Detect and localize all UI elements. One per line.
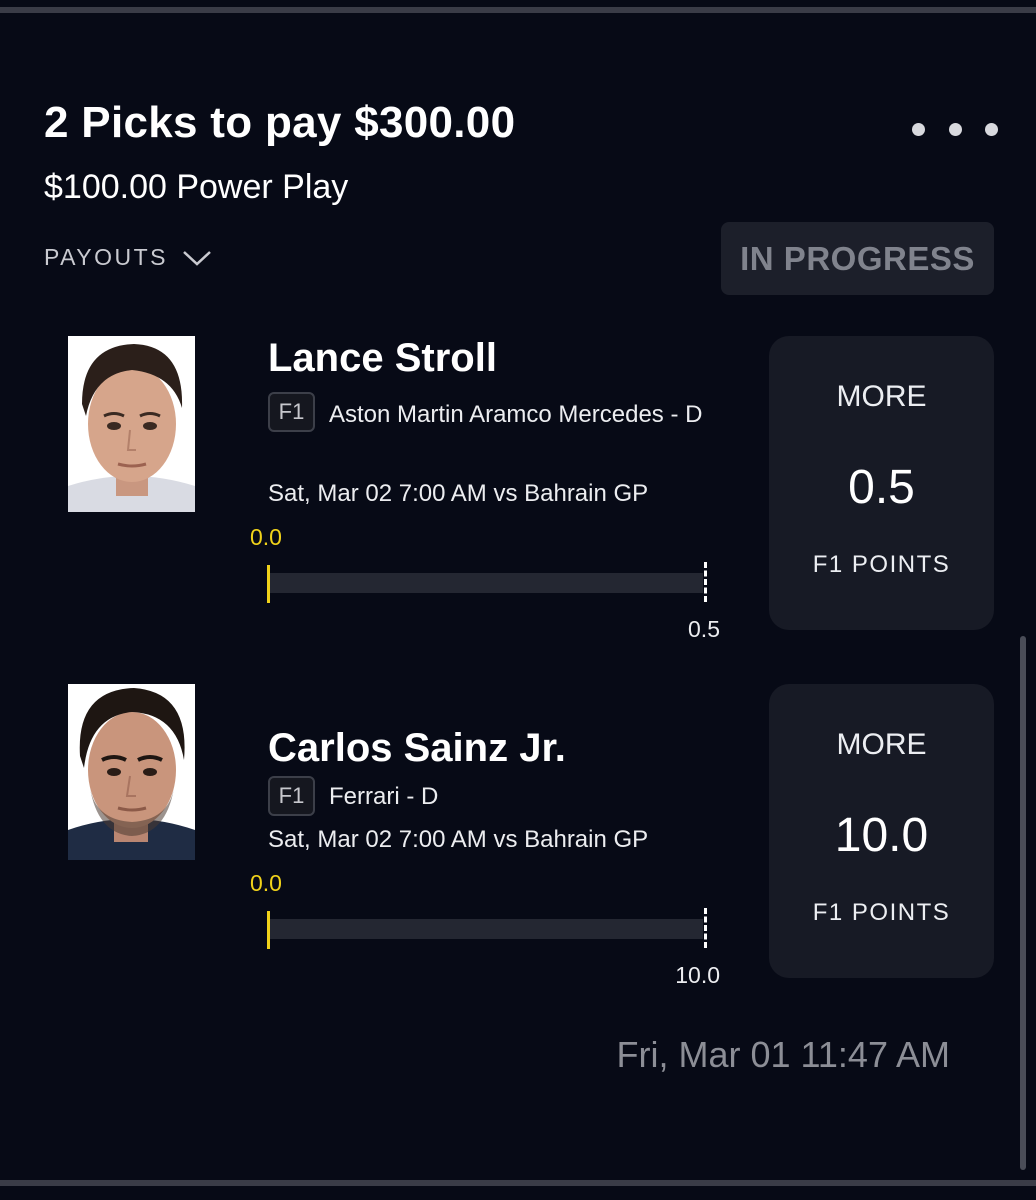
current-value: 0.0 [250,524,282,550]
payouts-label: PAYOUTS [44,244,168,270]
entry-timestamp: Fri, Mar 01 11:47 AM [616,1034,950,1075]
line-value: 10.0 [834,809,929,862]
pick-direction: MORE [836,380,927,413]
stat-type: F1 POINTS [812,899,951,926]
chevron-down-icon [183,250,211,266]
game-info: Sat, Mar 02 7:00 AM vs Bahrain GP [268,480,649,507]
line-card[interactable]: MORE 0.5 F1 POINTS [769,336,994,630]
entry-subtitle: $100.00 Power Play [44,168,349,206]
more-dot [985,122,998,136]
current-value: 0.0 [250,870,282,896]
progress-bar [270,919,703,939]
status-badge: IN PROGRESS [721,222,994,295]
target-value: 0.5 [688,616,720,642]
target-marker [704,562,707,602]
player-name: Carlos Sainz Jr. [268,726,566,770]
top-divider [0,7,1036,13]
more-options-button[interactable] [912,112,998,146]
bottom-divider [0,1180,1036,1186]
scrollbar[interactable] [1020,636,1026,1170]
league-badge: F1 [268,776,315,816]
payouts-toggle[interactable]: PAYOUTS [44,244,212,271]
line-card[interactable]: MORE 10.0 F1 POINTS [769,684,994,978]
progress-bar [270,573,703,593]
current-marker [267,911,270,949]
target-marker [704,908,707,948]
more-horizontal-icon [912,122,925,136]
target-value: 10.0 [675,962,720,988]
current-marker [267,565,270,603]
pick-card: Carlos Sainz Jr. F1 Ferrari - D Sat, Mar… [0,684,1036,988]
status-label: IN PROGRESS [740,239,975,277]
more-dot [948,122,962,136]
pick-card: Lance Stroll F1 Aston Martin Aramco Merc… [0,336,1036,642]
player-headshot [68,684,195,860]
entry-title: 2 Picks to pay $300.00 [44,98,516,147]
game-info: Sat, Mar 02 7:00 AM vs Bahrain GP [268,826,649,853]
line-value: 0.5 [848,461,915,514]
league-badge: F1 [268,392,315,432]
player-name: Lance Stroll [268,336,497,380]
team-label: Ferrari - D [329,783,439,810]
player-headshot [68,336,195,512]
stat-type: F1 POINTS [812,551,951,578]
pick-direction: MORE [836,728,927,761]
team-label: Aston Martin Aramco Mercedes - D [329,401,703,428]
